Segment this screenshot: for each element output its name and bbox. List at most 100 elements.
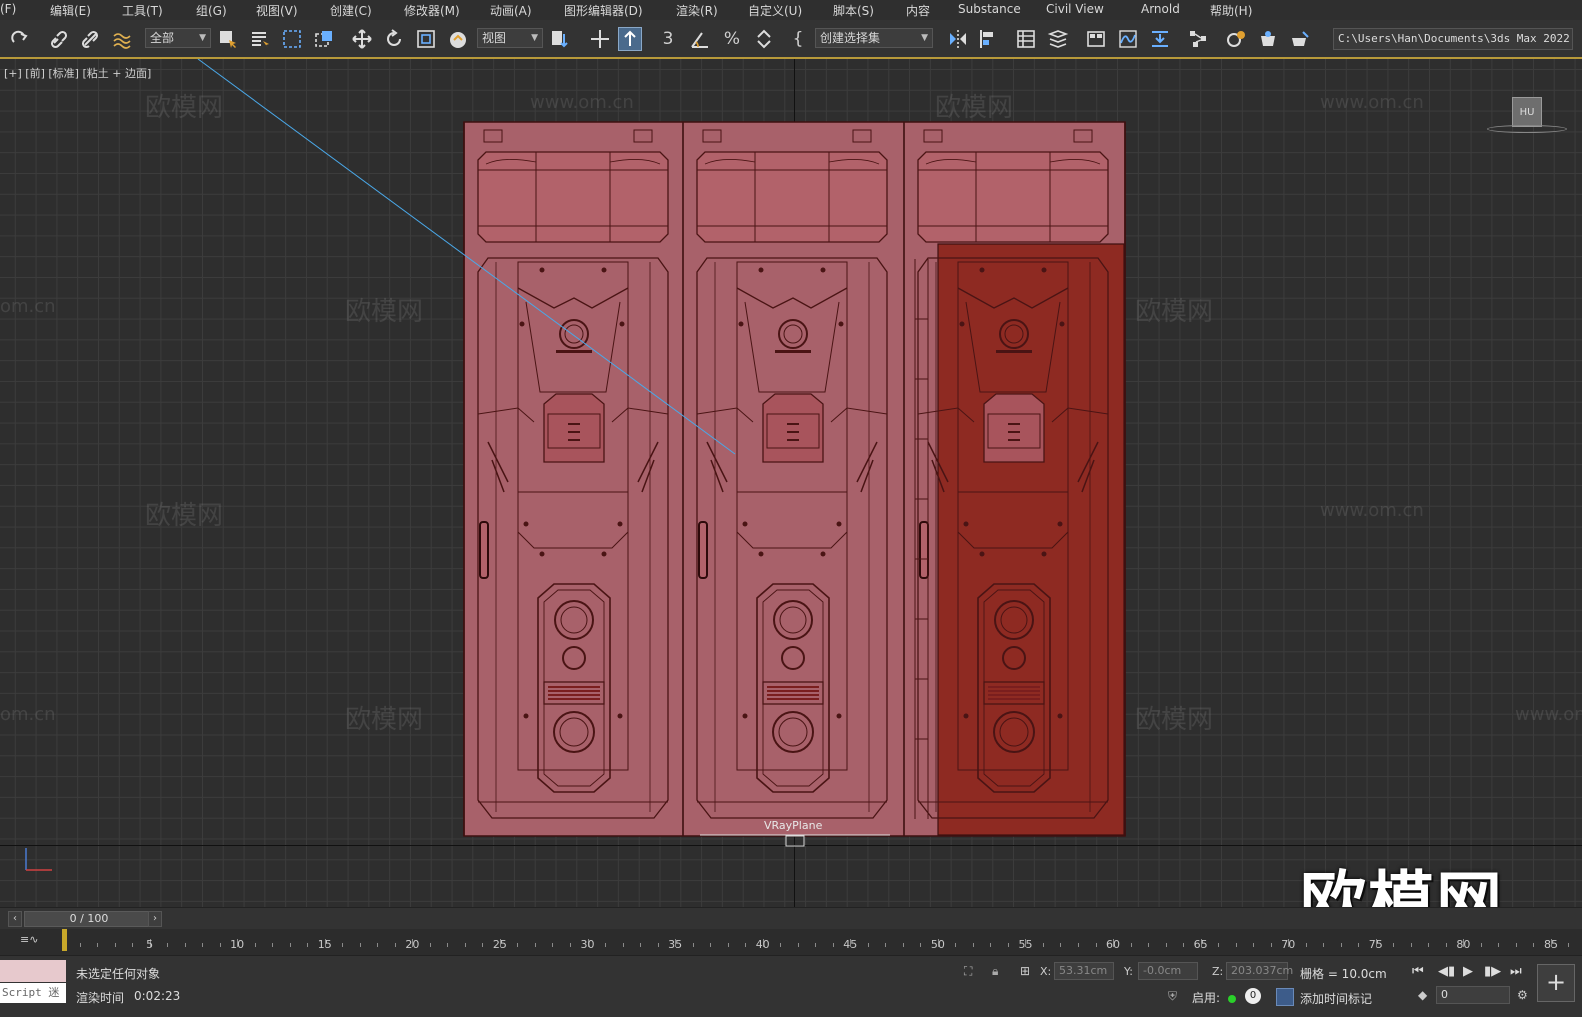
menu-item[interactable]: 修改器(M)	[404, 2, 460, 19]
scale-icon[interactable]	[414, 27, 438, 51]
previous-frame-icon[interactable]: ◀▮	[1438, 964, 1455, 979]
project-path-field[interactable]: C:\Users\Han\Documents\3ds Max 2022	[1333, 28, 1573, 50]
frame-field-spinner-icon[interactable]: ◆	[1418, 988, 1427, 1002]
current-frame-marker[interactable]	[62, 929, 67, 951]
ruler-tick	[745, 943, 747, 947]
ruler-number: 75	[1368, 938, 1383, 951]
schematic-view-icon[interactable]	[1186, 27, 1210, 51]
current-frame-field[interactable]: 0	[1436, 986, 1510, 1004]
menu-item[interactable]: Civil View	[1046, 2, 1104, 16]
time-config-icon[interactable]: ⚙	[1517, 988, 1528, 1002]
add-time-tag-label[interactable]: 添加时间标记	[1300, 990, 1372, 1007]
menu-item[interactable]: Substance	[958, 2, 1021, 16]
curve-editor-mini-icon[interactable]: ≡∿	[20, 933, 38, 946]
ruler-tick	[1305, 943, 1307, 947]
spinner-snap-icon[interactable]	[752, 27, 776, 51]
menu-item[interactable]: 动画(A)	[490, 2, 532, 19]
selection-filter-dropdown[interactable]: 全部 ▼	[145, 28, 211, 48]
time-slider-thumb[interactable]: 0 / 100	[24, 911, 154, 927]
ruler-tick	[1358, 943, 1360, 947]
isolate-selection-icon[interactable]: ⛶	[964, 964, 972, 979]
scene-explorer-icon[interactable]	[1014, 27, 1038, 51]
keyboard-shortcut-override-icon[interactable]	[618, 27, 642, 51]
render-production-icon[interactable]	[1288, 27, 1312, 51]
ruler-number: 85	[1543, 938, 1558, 951]
go-to-start-icon[interactable]: ⏮	[1412, 964, 1424, 979]
enable-count-badge[interactable]: 0	[1245, 988, 1261, 1004]
ruler-tick	[1393, 943, 1395, 947]
menu-item[interactable]: Arnold	[1141, 2, 1180, 16]
rendered-frame-window-icon[interactable]	[1256, 27, 1280, 51]
menu-item[interactable]: 内容	[906, 2, 930, 19]
window-crossing-icon[interactable]	[312, 27, 336, 51]
redo-icon[interactable]	[8, 27, 32, 51]
reference-coord-dropdown[interactable]: 视图 ▼	[477, 28, 543, 48]
menu-item[interactable]: 帮助(H)	[1210, 2, 1252, 19]
menu-item[interactable]: 编辑(E)	[50, 2, 91, 19]
bind-space-warp-icon[interactable]	[110, 27, 134, 51]
curve-editor-icon[interactable]	[1116, 27, 1140, 51]
selection-status: 未选定任何对象	[76, 967, 161, 981]
ribbon-toggle-icon[interactable]	[1084, 27, 1108, 51]
ruler-tick	[464, 943, 466, 947]
ruler-tick	[797, 943, 799, 947]
move-icon[interactable]	[350, 27, 374, 51]
menu-item[interactable]: 脚本(S)	[833, 2, 874, 19]
dope-sheet-icon[interactable]	[1148, 27, 1172, 51]
snaps-toggle-icon[interactable]: 3	[656, 27, 680, 51]
ruler-tick	[254, 943, 256, 947]
edit-named-selection-icon[interactable]: {	[786, 27, 810, 51]
rect-selection-icon[interactable]	[280, 27, 304, 51]
track-bar[interactable]: ≡∿ 5 10 15 20 25 30 35 40 45 50 55 60 65 70 75 80 85	[0, 929, 1582, 955]
ruler-tick	[394, 943, 396, 947]
next-frame-icon[interactable]: ▮▶	[1484, 964, 1501, 979]
maxscript-listener-input[interactable]: Script 迷	[0, 983, 66, 1003]
rotate-icon[interactable]	[382, 27, 406, 51]
select-by-name-icon[interactable]	[248, 27, 272, 51]
next-frame-arrow[interactable]: ›	[148, 911, 162, 927]
layer-explorer-icon[interactable]	[1046, 27, 1070, 51]
align-icon[interactable]	[976, 27, 1000, 51]
menu-item[interactable]: (F)	[0, 2, 16, 16]
percent-snap-icon[interactable]: %	[720, 27, 744, 51]
viewcube[interactable]: HU	[1512, 97, 1542, 127]
unlink-icon[interactable]	[79, 27, 103, 51]
play-icon[interactable]: ▶	[1463, 964, 1473, 979]
z-coord-field[interactable]: 203.037cm	[1226, 962, 1293, 980]
render-setup-icon[interactable]	[1224, 27, 1248, 51]
locker-model[interactable]	[0, 59, 1582, 907]
ruler-tick	[885, 943, 887, 947]
place-icon[interactable]	[446, 27, 470, 51]
time-slider[interactable]: ‹ 0 / 100 ›	[0, 907, 1582, 929]
frame-ruler[interactable]: 5 10 15 20 25 30 35 40 45 50 55 60 65 70 75 80 85	[62, 929, 1572, 955]
menu-item[interactable]: 渲染(R)	[676, 2, 718, 19]
y-coord-field[interactable]: -0.0cm	[1138, 962, 1198, 980]
lock-selection-icon[interactable]: 🔒︎	[992, 964, 998, 979]
mirror-icon[interactable]	[946, 27, 970, 51]
menu-item[interactable]: 组(G)	[196, 2, 227, 19]
named-selection-dropdown[interactable]: 创建选择集 ▼	[815, 28, 933, 48]
ruler-tick	[692, 943, 694, 947]
menu-item[interactable]: 图形编辑器(D)	[564, 2, 643, 19]
select-manipulate-icon[interactable]	[588, 27, 612, 51]
front-viewport[interactable]: [+] [前] [标准] [粘土 + 边面] 欧模网 www.om.cn 欧模网…	[0, 59, 1582, 907]
prev-frame-arrow[interactable]: ‹	[8, 911, 22, 927]
ruler-number: 60	[1106, 938, 1121, 951]
angle-snap-icon[interactable]	[688, 27, 712, 51]
ruler-tick	[1323, 943, 1325, 947]
link-icon[interactable]	[48, 27, 72, 51]
pivot-center-icon[interactable]	[548, 27, 572, 51]
x-coord-field[interactable]: 53.31cm	[1054, 962, 1114, 980]
select-object-icon[interactable]	[216, 27, 240, 51]
adaptive-degradation-icon[interactable]: ⛨	[1168, 989, 1177, 1004]
menu-item[interactable]: 工具(T)	[122, 2, 163, 19]
absolute-mode-icon[interactable]: ⊞	[1020, 964, 1030, 978]
maxscript-listener-output[interactable]	[0, 960, 66, 982]
time-tag-icon[interactable]	[1276, 988, 1294, 1006]
go-to-end-icon[interactable]: ⏭	[1510, 964, 1522, 979]
add-button[interactable]: +	[1537, 964, 1575, 1002]
menu-item[interactable]: 创建(C)	[330, 2, 372, 19]
menu-item[interactable]: 自定义(U)	[748, 2, 802, 19]
viewcube-ring[interactable]	[1487, 125, 1567, 133]
menu-item[interactable]: 视图(V)	[256, 2, 298, 19]
